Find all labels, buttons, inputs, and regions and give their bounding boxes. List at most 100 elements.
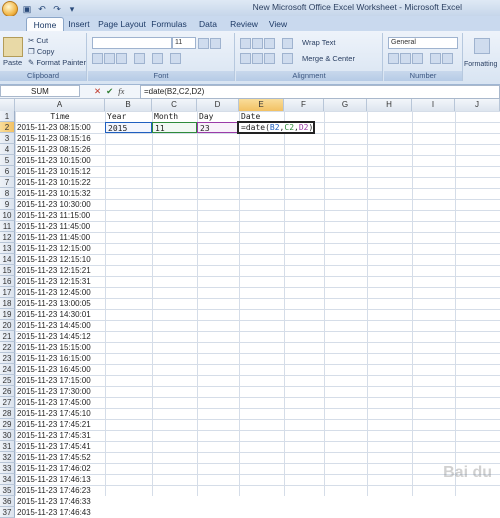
time-cell[interactable]: 2015-11-23 17:45:31	[15, 430, 105, 441]
cut-button[interactable]: ✂ Cut	[28, 36, 48, 45]
time-cell[interactable]: 2015-11-23 10:30:00	[15, 199, 105, 210]
row-header[interactable]: 27	[0, 397, 15, 408]
align-middle-icon[interactable]	[252, 38, 263, 49]
time-cell[interactable]: 2015-11-23 12:45:00	[15, 287, 105, 298]
tab-data[interactable]: Data	[196, 17, 220, 31]
row-header[interactable]: 28	[0, 408, 15, 419]
time-cell[interactable]: 2015-11-23 17:46:02	[15, 463, 105, 474]
time-cell[interactable]: 2015-11-23 11:45:00	[15, 221, 105, 232]
decrease-indent-icon[interactable]	[282, 53, 293, 64]
time-cell[interactable]: 2015-11-23 14:30:01	[15, 309, 105, 320]
row-header[interactable]: 29	[0, 419, 15, 430]
time-cell[interactable]: 2015-11-23 17:45:52	[15, 452, 105, 463]
column-header-i[interactable]: I	[412, 99, 455, 111]
time-cell[interactable]: 2015-11-23 17:45:21	[15, 419, 105, 430]
cell-e2-editing[interactable]: =date(B2,C2,D2)	[237, 121, 315, 134]
percent-icon[interactable]	[400, 53, 411, 64]
time-cell[interactable]: 2015-11-23 14:45:12	[15, 331, 105, 342]
row-header[interactable]: 11	[0, 221, 15, 232]
font-name-box[interactable]	[92, 37, 172, 49]
time-cell[interactable]: 2015-11-23 12:15:31	[15, 276, 105, 287]
tab-home[interactable]: Home	[26, 17, 64, 32]
time-cell[interactable]: 2015-11-23 17:46:33	[15, 496, 105, 507]
row-header[interactable]: 2	[0, 122, 15, 133]
conditional-formatting-button[interactable]: Formatting	[464, 61, 497, 68]
row-header[interactable]: 1	[0, 111, 15, 122]
time-cell[interactable]: 2015-11-23 08:15:26	[15, 144, 105, 155]
bold-icon[interactable]	[92, 53, 103, 64]
tab-view[interactable]: View	[266, 17, 290, 31]
paste-icon[interactable]	[3, 37, 23, 57]
time-cell[interactable]: 2015-11-23 13:00:05	[15, 298, 105, 309]
time-cell[interactable]: 2015-11-23 16:15:00	[15, 353, 105, 364]
row-header[interactable]: 19	[0, 309, 15, 320]
cell-a1[interactable]: Time	[15, 111, 105, 122]
align-top-icon[interactable]	[240, 38, 251, 49]
row-header[interactable]: 36	[0, 496, 15, 507]
wrap-text-button[interactable]: Wrap Text	[302, 38, 336, 47]
time-cell[interactable]: 2015-11-23 12:15:00	[15, 243, 105, 254]
time-cell[interactable]: 2015-11-23 17:45:10	[15, 408, 105, 419]
row-header[interactable]: 22	[0, 342, 15, 353]
column-header-b[interactable]: B	[105, 99, 152, 111]
row-header[interactable]: 21	[0, 331, 15, 342]
time-cell[interactable]: 2015-11-23 12:15:10	[15, 254, 105, 265]
time-cell[interactable]: 2015-11-23 11:15:00	[15, 210, 105, 221]
row-header[interactable]: 18	[0, 298, 15, 309]
row-header[interactable]: 14	[0, 254, 15, 265]
time-cell[interactable]: 2015-11-23 17:45:00	[15, 397, 105, 408]
enter-icon[interactable]: ✔	[106, 85, 113, 98]
select-all-corner[interactable]	[0, 99, 15, 111]
column-header-j[interactable]: J	[455, 99, 500, 111]
time-cell[interactable]: 2015-11-23 17:46:23	[15, 485, 105, 496]
time-cell[interactable]: 2015-11-23 10:15:32	[15, 188, 105, 199]
tab-insert[interactable]: Insert	[64, 17, 94, 31]
time-cell[interactable]: 2015-11-23 17:46:13	[15, 474, 105, 485]
row-header[interactable]: 10	[0, 210, 15, 221]
tab-formulas[interactable]: Formulas	[150, 17, 188, 31]
tab-review[interactable]: Review	[228, 17, 260, 31]
grow-font-icon[interactable]	[198, 38, 209, 49]
row-header[interactable]: 13	[0, 243, 15, 254]
underline-icon[interactable]	[116, 53, 127, 64]
row-header[interactable]: 32	[0, 452, 15, 463]
row-header[interactable]: 20	[0, 320, 15, 331]
row-header[interactable]: 5	[0, 155, 15, 166]
time-cell[interactable]: 2015-11-23 08:15:00	[15, 122, 105, 133]
row-header[interactable]: 31	[0, 441, 15, 452]
cell-b2[interactable]: 2015	[105, 122, 152, 133]
cell-c1[interactable]: Month	[152, 111, 197, 122]
row-header[interactable]: 26	[0, 386, 15, 397]
row-header[interactable]: 17	[0, 287, 15, 298]
time-cell[interactable]: 2015-11-23 08:15:16	[15, 133, 105, 144]
time-cell[interactable]: 2015-11-23 17:46:43	[15, 507, 105, 518]
row-header[interactable]: 4	[0, 144, 15, 155]
column-header-c[interactable]: C	[152, 99, 197, 111]
align-center-icon[interactable]	[252, 53, 263, 64]
italic-icon[interactable]	[104, 53, 115, 64]
currency-icon[interactable]	[388, 53, 399, 64]
tab-page-layout[interactable]: Page Layout	[98, 17, 146, 31]
fill-color-icon[interactable]	[152, 53, 163, 64]
align-right-icon[interactable]	[264, 53, 275, 64]
column-header-f[interactable]: F	[284, 99, 324, 111]
row-header[interactable]: 6	[0, 166, 15, 177]
column-header-g[interactable]: G	[324, 99, 367, 111]
copy-button[interactable]: ❐ Copy	[28, 47, 54, 56]
font-color-icon[interactable]	[170, 53, 181, 64]
time-cell[interactable]: 2015-11-23 17:15:00	[15, 375, 105, 386]
time-cell[interactable]: 2015-11-23 14:45:00	[15, 320, 105, 331]
font-size-box[interactable]: 11	[172, 37, 196, 49]
conditional-formatting-icon[interactable]	[474, 38, 490, 54]
time-cell[interactable]: 2015-11-23 10:15:22	[15, 177, 105, 188]
time-cell[interactable]: 2015-11-23 17:45:41	[15, 441, 105, 452]
row-header[interactable]: 3	[0, 133, 15, 144]
formula-input[interactable]: =date(B2,C2,D2)	[140, 85, 500, 99]
row-header[interactable]: 8	[0, 188, 15, 199]
name-box[interactable]: SUM	[0, 85, 80, 97]
paste-button[interactable]: Paste	[3, 58, 22, 67]
decrease-decimal-icon[interactable]	[442, 53, 453, 64]
row-header[interactable]: 23	[0, 353, 15, 364]
format-painter-button[interactable]: ✎ Format Painter	[28, 58, 86, 67]
column-header-h[interactable]: H	[367, 99, 412, 111]
